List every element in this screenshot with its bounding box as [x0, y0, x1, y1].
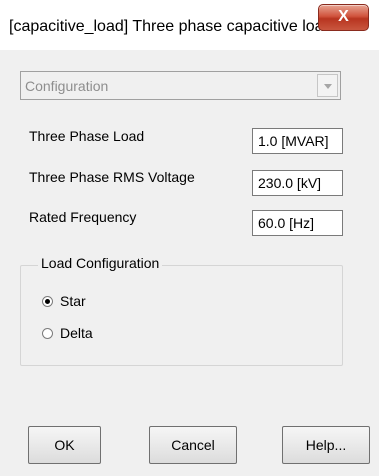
chevron-down-icon [324, 84, 332, 89]
radio-delta-label: Delta [60, 325, 93, 341]
dialog-window: [capacitive_load] Three phase capacitive… [0, 0, 379, 476]
title-bar: [capacitive_load] Three phase capacitive… [0, 0, 379, 50]
radio-selected-dot [45, 298, 50, 304]
load-configuration-group [20, 265, 343, 366]
rms-voltage-input[interactable]: 230.0 [kV] [252, 170, 343, 196]
radio-button-icon[interactable] [42, 295, 53, 307]
radio-delta[interactable]: Delta [42, 325, 93, 341]
load-configuration-title: Load Configuration [38, 255, 163, 271]
close-icon: X [338, 8, 349, 25]
rated-frequency-label: Rated Frequency [29, 209, 137, 225]
three-phase-load-input[interactable]: 1.0 [MVAR] [252, 128, 343, 154]
dropdown-button[interactable] [317, 74, 338, 97]
category-dropdown-value: Configuration [25, 78, 109, 94]
radio-star-label: Star [60, 293, 86, 309]
help-button[interactable]: Help... [282, 426, 370, 464]
close-button[interactable]: X [318, 4, 369, 31]
radio-button-icon[interactable] [42, 327, 53, 339]
radio-star[interactable]: Star [42, 293, 86, 309]
rms-voltage-label: Three Phase RMS Voltage [29, 169, 195, 185]
category-dropdown[interactable]: Configuration [20, 71, 341, 100]
cancel-button[interactable]: Cancel [149, 426, 237, 464]
rated-frequency-input[interactable]: 60.0 [Hz] [252, 210, 343, 236]
ok-button[interactable]: OK [28, 426, 101, 464]
three-phase-load-label: Three Phase Load [29, 128, 145, 144]
window-title: [capacitive_load] Three phase capacitive… [9, 18, 333, 35]
